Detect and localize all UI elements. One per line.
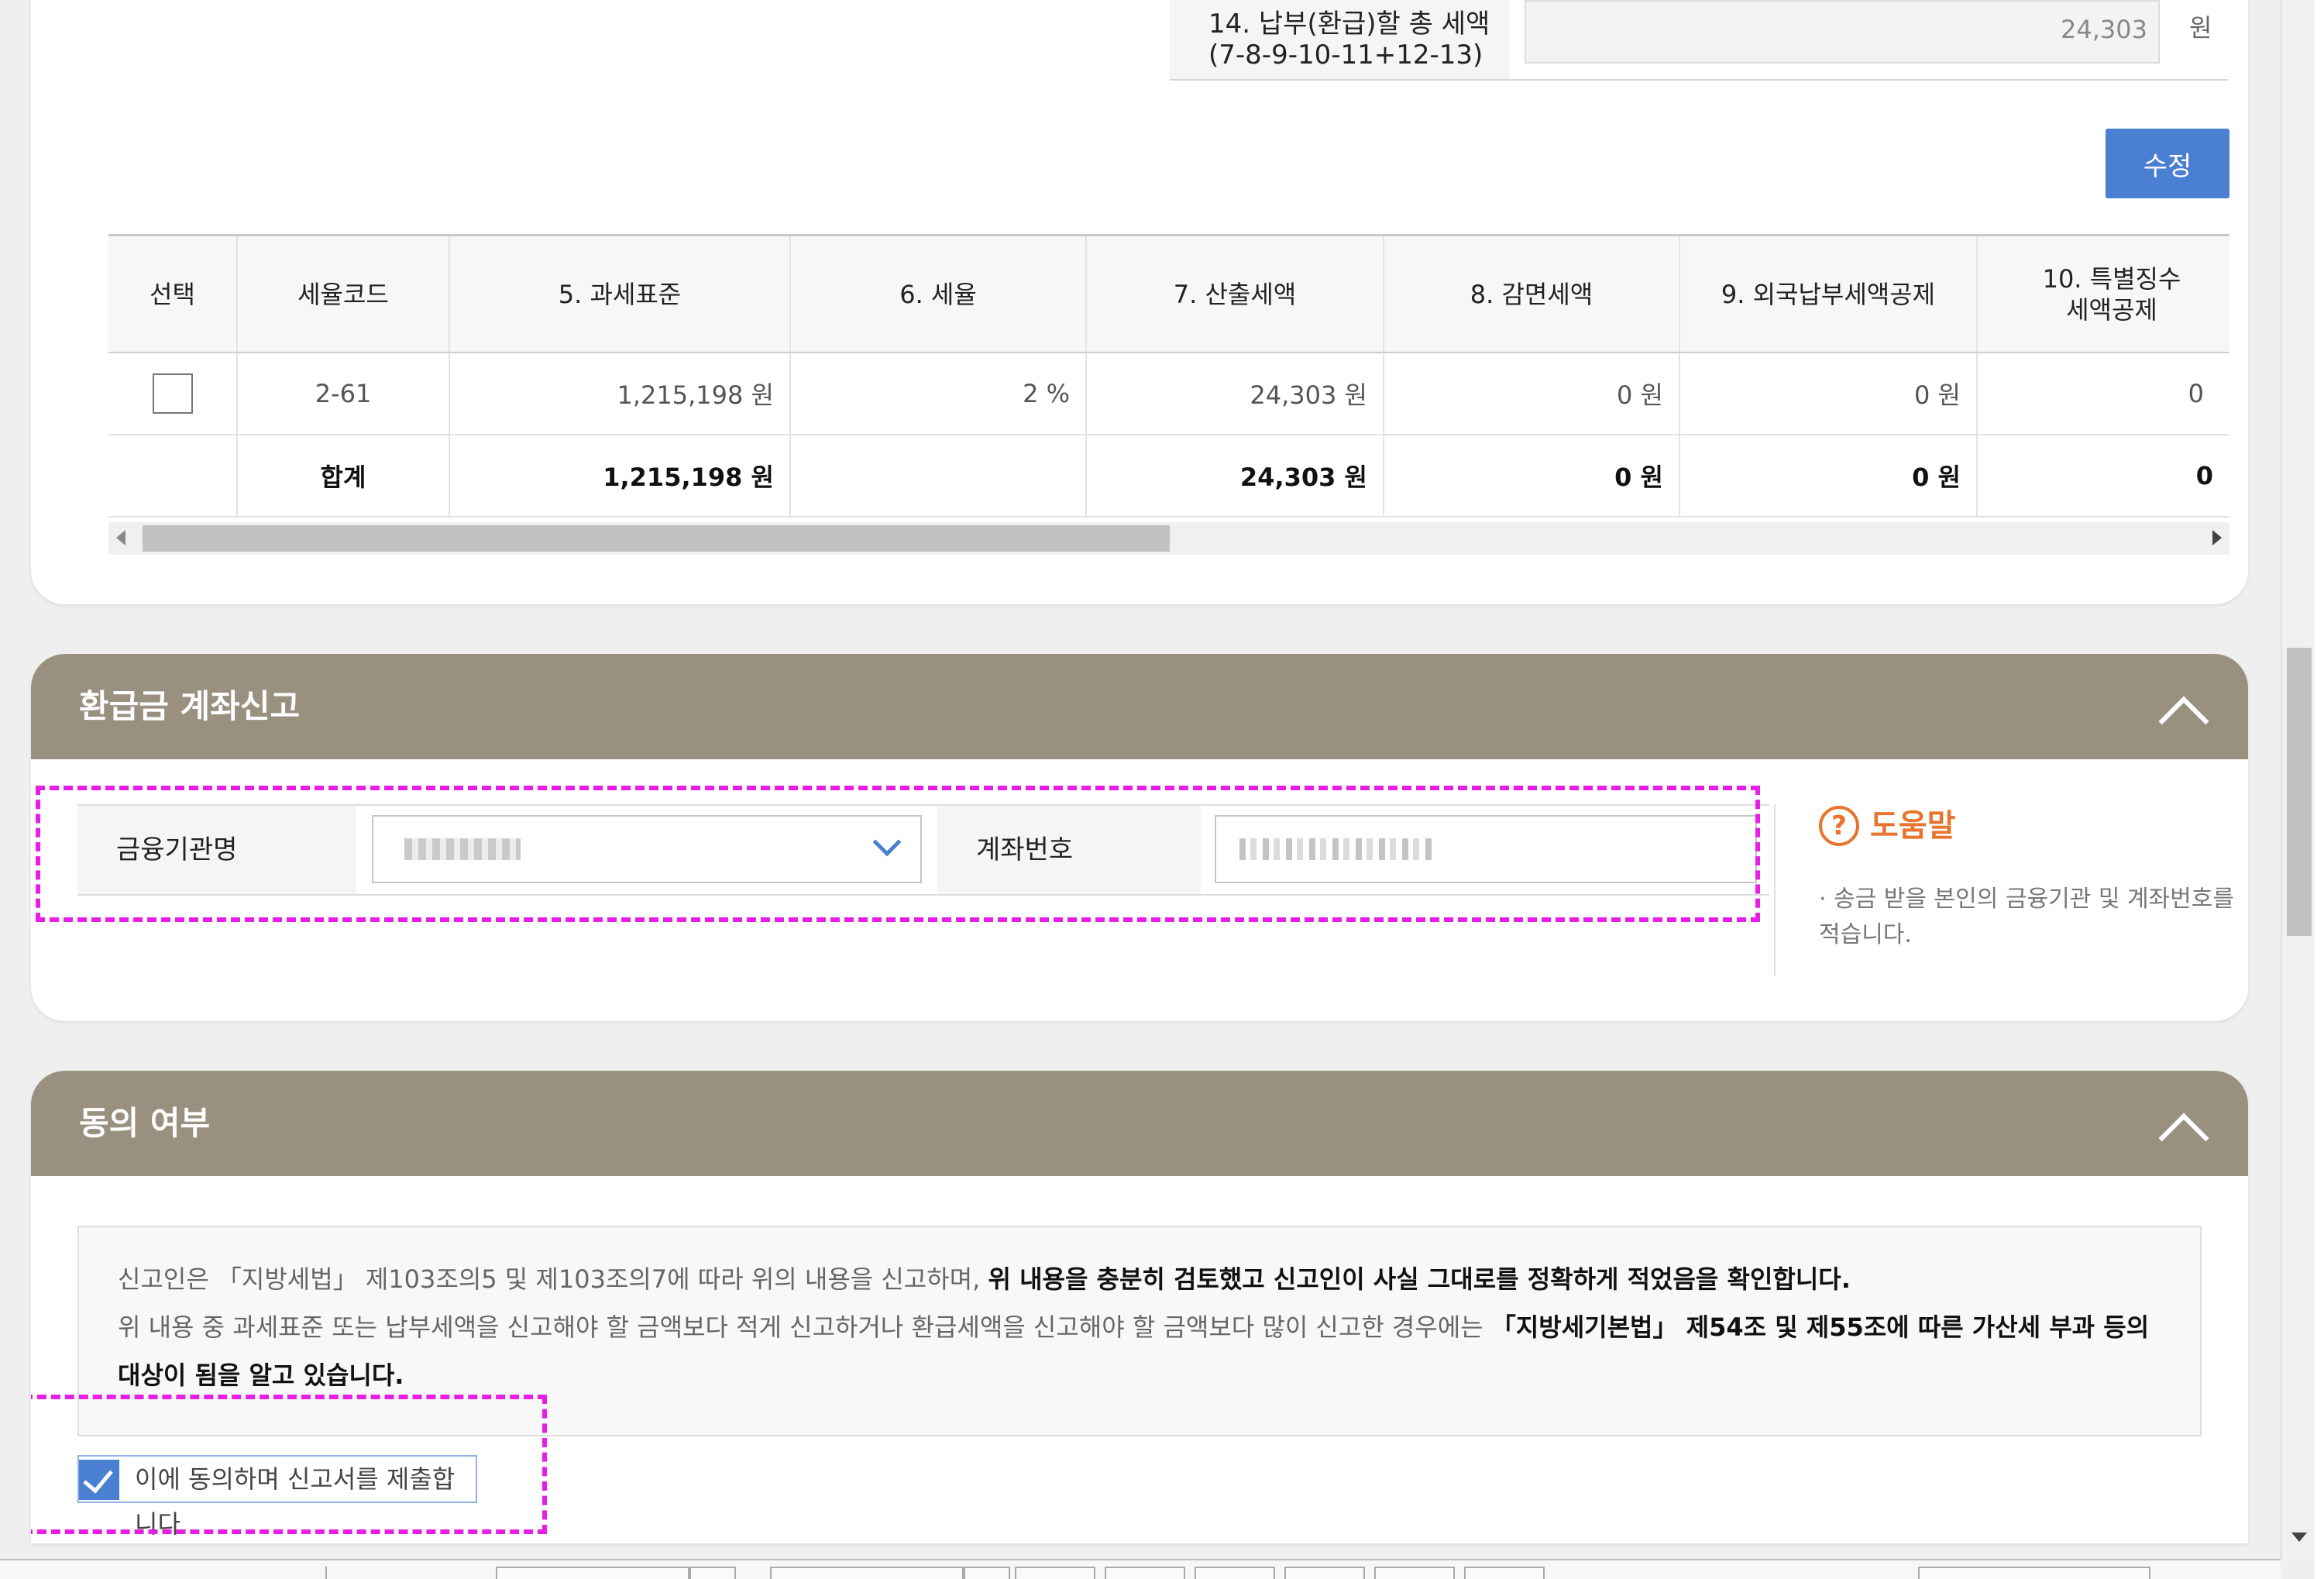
row-select-cell <box>108 353 238 435</box>
help-title: 도움말 <box>1870 808 1956 844</box>
toolbar-slot <box>1195 1567 1275 1579</box>
highlight-annotation-box <box>31 1395 547 1534</box>
total-reduction-cell: 0 원 <box>1384 435 1680 518</box>
table-total-row: 합계 1,215,198 원 24,303 원 0 원 0 원 0 <box>108 435 2229 518</box>
table-header-row: 선택 세율코드 5. 과세표준 6. 세율 7. 산출세액 8. 감면세액 9.… <box>108 236 2229 353</box>
total-label-cell: 합계 <box>237 435 450 518</box>
consent-section-header[interactable]: 동의 여부 <box>31 1071 2248 1176</box>
refund-account-section: 환급금 계좌신고 금융기관명 계좌번호 ? 도움말 · 송금 받을 본인의 금융… <box>31 654 2248 1021</box>
total-tax-label-line2: (7-8-9-10-11+12-13) <box>1208 40 1483 71</box>
total-tax-field: 24,303 <box>1525 0 2160 64</box>
col-header-foreign-credit: 9. 외국납부세액공제 <box>1679 236 1978 353</box>
highlight-annotation-box <box>36 786 1760 922</box>
page-vertical-scrollbar[interactable] <box>2281 0 2315 1559</box>
rate-code-cell: 2-61 <box>237 353 450 435</box>
collapse-chevron-icon[interactable] <box>2158 696 2209 747</box>
col-header-tax-base: 5. 과세표준 <box>449 236 791 353</box>
foreign-credit-cell: 0 원 <box>1679 353 1978 435</box>
calculated-tax-cell: 24,303 원 <box>1086 353 1384 435</box>
consent-section: 동의 여부 신고인은 「지방세법」 제103조의5 및 제103조의7에 따라 … <box>31 1071 2248 1543</box>
scroll-left-arrow-icon[interactable] <box>116 530 125 545</box>
scroll-thumb[interactable] <box>143 525 1170 552</box>
total-rate-cell <box>790 435 1087 518</box>
page-scroll-thumb[interactable] <box>2287 648 2312 936</box>
table-horizontal-scrollbar[interactable] <box>108 522 2229 555</box>
row-select-checkbox[interactable] <box>152 373 193 414</box>
help-text: · 송금 받을 본인의 금융기관 및 계좌번호를 적습니다. <box>1819 886 2234 948</box>
reduction-cell: 0 원 <box>1384 353 1680 435</box>
scroll-down-arrow-icon[interactable] <box>2291 1533 2307 1542</box>
help-divider <box>1774 804 1776 976</box>
collapse-chevron-icon[interactable] <box>2158 1113 2209 1164</box>
col-header-rate-code: 세율코드 <box>237 236 450 353</box>
col-header-select: 선택 <box>108 236 238 353</box>
tax-summary-card: 14. 납부(환급)할 총 세액 (7-8-9-10-11+12-13) 24,… <box>31 0 2248 604</box>
toolbar-divider <box>325 1567 327 1579</box>
toolbar-slot <box>964 1567 1010 1579</box>
toolbar-slot <box>1284 1567 1365 1579</box>
toolbar-slot <box>770 1567 964 1579</box>
window-edge <box>2315 0 2324 1579</box>
edit-button[interactable]: 수정 <box>2106 129 2229 198</box>
consent-text-1: 신고인은 「지방세법」 제103조의5 및 제103조의7에 따라 위의 내용을… <box>118 1264 988 1294</box>
consent-text-2: 위 내용 중 과세표준 또는 납부세액을 신고해야 할 금액보다 적게 신고하거… <box>118 1312 1491 1342</box>
col-header-special-collection: 10. 특별징수 세액공제 <box>1977 236 2229 353</box>
col-header-reduction: 8. 감면세액 <box>1384 236 1680 353</box>
scroll-right-arrow-icon[interactable] <box>2212 530 2222 545</box>
tax-base-cell: 1,215,198 원 <box>449 353 791 435</box>
total-foreign-cell: 0 원 <box>1679 435 1978 518</box>
toolbar-slot <box>1374 1567 1455 1579</box>
help-question-icon: ? <box>1819 806 1859 846</box>
total-tax-label-line1: 14. 납부(환급)할 총 세액 <box>1208 9 1490 40</box>
tax-rate-table: 선택 세율코드 5. 과세표준 6. 세율 7. 산출세액 8. 감면세액 9.… <box>108 234 2229 522</box>
total-empty-cell <box>108 435 238 518</box>
tax-rate-cell: 2 % <box>790 353 1087 435</box>
toolbar-slot <box>1105 1567 1185 1579</box>
toolbar-slot <box>1918 1567 2150 1579</box>
col-header-special-line1: 10. 특별징수 <box>2042 263 2181 294</box>
total-tax-row: 14. 납부(환급)할 총 세액 (7-8-9-10-11+12-13) 24,… <box>1170 0 2228 81</box>
total-tax-label: 14. 납부(환급)할 총 세액 (7-8-9-10-11+12-13) <box>1170 0 1509 79</box>
toolbar-slot <box>496 1567 689 1579</box>
col-header-calculated-tax: 7. 산출세액 <box>1086 236 1384 353</box>
total-calculated-cell: 24,303 원 <box>1086 435 1384 518</box>
col-header-tax-rate: 6. 세율 <box>790 236 1087 353</box>
bottom-toolbar <box>0 1559 2281 1579</box>
consent-text-1-bold: 위 내용을 충분히 검토했고 신고인이 사실 그대로를 정확하게 적었음을 확인… <box>988 1264 1851 1294</box>
refund-section-header[interactable]: 환급금 계좌신고 <box>31 654 2248 759</box>
total-tax-unit: 원 <box>2189 13 2212 43</box>
toolbar-slot <box>1464 1567 1545 1579</box>
consent-section-title: 동의 여부 <box>79 1104 211 1142</box>
table-row: 2-61 1,215,198 원 2 % 24,303 원 0 원 0 원 0 <box>108 353 2229 435</box>
col-header-special-line2: 세액공제 <box>2066 294 2157 325</box>
toolbar-slot <box>689 1567 736 1579</box>
toolbar-slot <box>1015 1567 1095 1579</box>
refund-section-title: 환급금 계좌신고 <box>79 687 301 725</box>
total-tax-base-cell: 1,215,198 원 <box>449 435 791 518</box>
total-special-cell: 0 <box>1977 435 2229 518</box>
special-collection-cell: 0 <box>1977 353 2229 435</box>
